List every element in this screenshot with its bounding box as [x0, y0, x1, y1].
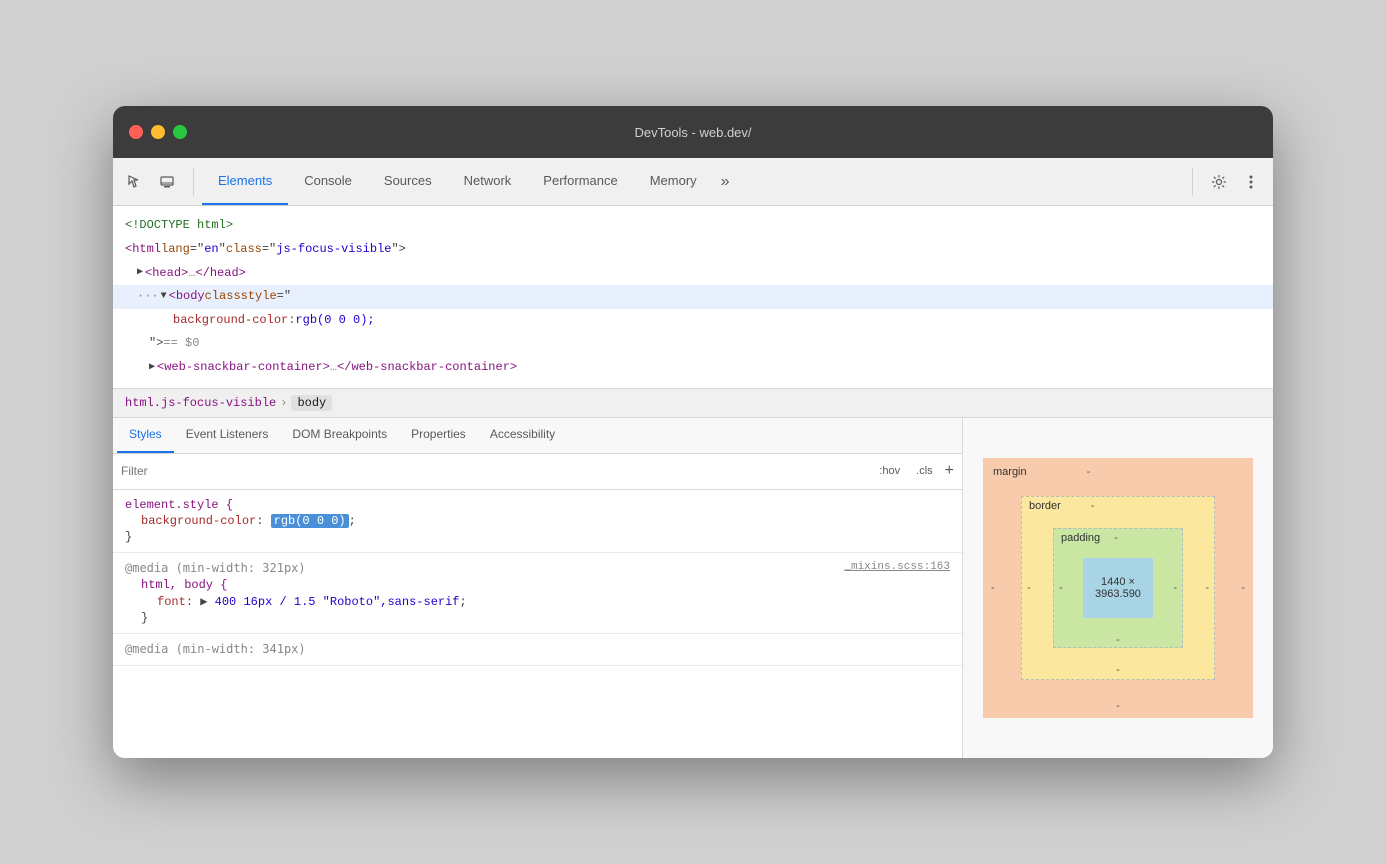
context-menu-icon[interactable] [1237, 168, 1265, 196]
filter-input[interactable] [121, 464, 867, 478]
css-rules: element.style { background-color: rgb(0 … [113, 490, 962, 758]
tab-properties[interactable]: Properties [399, 418, 478, 453]
hov-button[interactable]: :hov [875, 463, 904, 479]
tab-styles[interactable]: Styles [117, 418, 174, 453]
margin-dash-top: - [1087, 466, 1091, 478]
border-dash-right: - [1205, 582, 1209, 594]
dom-line-body[interactable]: ··· ▼ <body class style=" [113, 285, 1273, 309]
tabbar: Elements Console Sources Network Perform… [113, 158, 1273, 206]
css-rule-media-2: @media (min-width: 341px) [113, 634, 962, 666]
padding-label: padding [1061, 532, 1100, 544]
maximize-button[interactable] [173, 125, 187, 139]
settings-icon[interactable] [1205, 168, 1233, 196]
boxmodel-panel: 1440 × 3963.590 margin - - - [963, 418, 1273, 758]
tab-sources[interactable]: Sources [368, 158, 448, 205]
add-style-button[interactable]: + [945, 462, 954, 480]
styles-tabs: Styles Event Listeners DOM Breakpoints P… [113, 418, 962, 454]
css-rule-element-style: element.style { background-color: rgb(0 … [113, 490, 962, 553]
margin-dash-right: - [1241, 582, 1245, 594]
box-model-diagram: 1440 × 3963.590 margin - - - [983, 458, 1253, 718]
tab-console[interactable]: Console [288, 158, 368, 205]
filter-bar: :hov .cls + [113, 454, 962, 490]
devtools-window: DevTools - web.dev/ Elements [113, 106, 1273, 757]
tab-network[interactable]: Network [448, 158, 528, 205]
traffic-lights [129, 125, 187, 139]
breadcrumb-body[interactable]: body [291, 395, 332, 411]
dom-line-doctype: <!DOCTYPE html> [113, 214, 1273, 238]
lower-panel: Styles Event Listeners DOM Breakpoints P… [113, 418, 1273, 758]
content-size: 1440 × 3963.590 [1083, 576, 1153, 600]
css-rule-media: @media (min-width: 321px) _mixins.scss:1… [113, 553, 962, 634]
tab-elements[interactable]: Elements [202, 158, 288, 205]
styles-panel: Styles Event Listeners DOM Breakpoints P… [113, 418, 963, 758]
padding-dash-left: - [1059, 582, 1063, 594]
dom-line-bgcolor: background-color: rgb(0 0 0); [113, 309, 1273, 333]
padding-dash-bottom: - [1116, 634, 1120, 646]
margin-label: margin [993, 466, 1027, 478]
tab-performance[interactable]: Performance [527, 158, 633, 205]
dom-line-head[interactable]: ▶ <head>…</head> [113, 262, 1273, 286]
close-button[interactable] [129, 125, 143, 139]
border-label: border [1029, 500, 1061, 512]
window-title: DevTools - web.dev/ [634, 125, 751, 140]
border-dash-top: - [1091, 500, 1095, 512]
breadcrumb: html.js-focus-visible › body [113, 388, 1273, 418]
cls-button[interactable]: .cls [912, 463, 937, 479]
inspect-icon[interactable] [121, 168, 149, 196]
minimize-button[interactable] [151, 125, 165, 139]
breadcrumb-html[interactable]: html.js-focus-visible [125, 396, 276, 410]
dom-line-html[interactable]: <html lang="en" class="js-focus-visible"… [113, 238, 1273, 262]
tabbar-right [1192, 168, 1265, 196]
margin-dash-left: - [991, 582, 995, 594]
main-content: <!DOCTYPE html> <html lang="en" class="j… [113, 206, 1273, 757]
tabs: Elements Console Sources Network Perform… [202, 158, 1192, 205]
margin-dash-bottom: - [1116, 700, 1120, 712]
dom-panel: <!DOCTYPE html> <html lang="en" class="j… [113, 206, 1273, 387]
content-box: 1440 × 3963.590 [1083, 558, 1153, 618]
css-source-link[interactable]: _mixins.scss:163 [844, 561, 950, 573]
titlebar: DevTools - web.dev/ [113, 106, 1273, 158]
toolbar-icons [121, 168, 194, 196]
border-dash-bottom: - [1116, 664, 1120, 676]
device-icon[interactable] [153, 168, 181, 196]
tab-memory[interactable]: Memory [634, 158, 713, 205]
border-dash-left: - [1027, 582, 1031, 594]
dom-line-eq: "> == $0 [113, 332, 1273, 356]
tab-event-listeners[interactable]: Event Listeners [174, 418, 281, 453]
padding-dash-right: - [1173, 582, 1177, 594]
padding-dash-top: - [1114, 532, 1118, 544]
tab-accessibility[interactable]: Accessibility [478, 418, 567, 453]
dom-line-snackbar[interactable]: ▶ <web-snackbar-container>…</web-snackba… [113, 356, 1273, 380]
tab-dom-breakpoints[interactable]: DOM Breakpoints [280, 418, 399, 453]
more-tabs-button[interactable]: » [713, 173, 738, 191]
